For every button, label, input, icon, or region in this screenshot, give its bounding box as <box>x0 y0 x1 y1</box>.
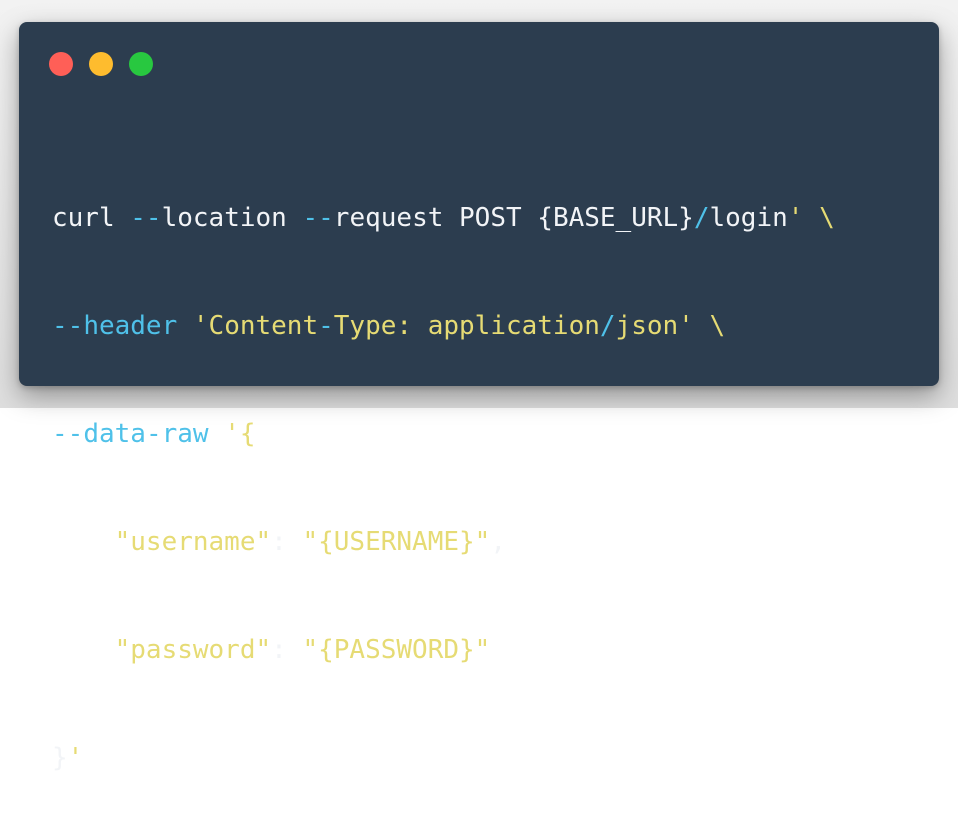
token: 'Content <box>177 311 319 341</box>
token: / <box>693 203 710 233</box>
zoom-icon[interactable] <box>129 52 153 76</box>
token: ' <box>67 743 84 773</box>
code-window: curl --location --request POST {BASE_URL… <box>19 22 939 773</box>
token: -- <box>52 311 84 341</box>
token: / <box>599 311 616 341</box>
code-line-6: }' <box>52 740 835 776</box>
token: , <box>490 527 506 557</box>
close-icon[interactable] <box>49 52 73 76</box>
code-block: curl --location --request POST {BASE_URL… <box>52 128 835 816</box>
token: json' <box>615 311 694 341</box>
window-controls <box>49 52 153 76</box>
token: : <box>271 527 303 557</box>
token: curl <box>52 203 131 233</box>
token: login <box>709 203 788 233</box>
token: "username" <box>52 527 272 557</box>
code-line-4: "username": "{USERNAME}", <box>52 524 835 560</box>
token: raw <box>161 419 209 449</box>
token: "{USERNAME}" <box>302 527 491 557</box>
token: Type: application <box>333 311 600 341</box>
token: - <box>318 311 334 341</box>
token: data <box>83 419 146 449</box>
token: "password" <box>52 635 272 665</box>
token: location <box>161 203 303 233</box>
code-line-1: curl --location --request POST {BASE_URL… <box>52 200 835 236</box>
minimize-icon[interactable] <box>89 52 113 76</box>
token: ' <box>787 203 804 233</box>
code-line-5: "password": "{PASSWORD}" <box>52 632 835 668</box>
code-line-3: --data-raw '{ <box>52 416 835 452</box>
token: -- <box>52 419 84 449</box>
token: "{PASSWORD}" <box>302 635 491 665</box>
token: -- <box>302 203 334 233</box>
token: -- <box>130 203 162 233</box>
token: request POST {BASE_URL} <box>333 203 694 233</box>
token: \ <box>693 311 726 341</box>
token: '{ <box>208 419 256 449</box>
token: \ <box>803 203 835 233</box>
token: - <box>145 419 162 449</box>
code-line-2: --header 'Content-Type: application/json… <box>52 308 835 344</box>
token: : <box>271 635 303 665</box>
token: } <box>52 743 68 773</box>
token: header <box>83 311 178 341</box>
